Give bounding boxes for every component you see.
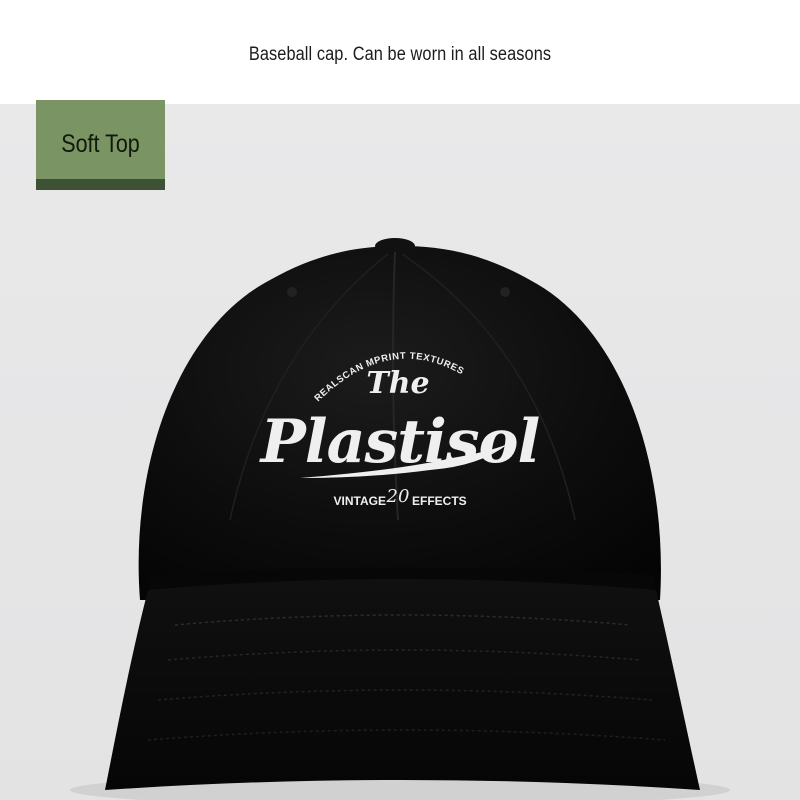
print-bottom-right: EFFECTS bbox=[412, 494, 467, 508]
print-word: Plastisol bbox=[259, 407, 540, 477]
soft-top-label: Soft Top bbox=[61, 130, 140, 158]
soft-top-badge: Soft Top bbox=[36, 100, 165, 190]
print-number: 20 bbox=[386, 486, 410, 507]
cap-brim bbox=[105, 579, 700, 790]
cap-button bbox=[375, 238, 415, 254]
print-bottom-left: VINTAGE bbox=[334, 494, 386, 508]
print-the: The bbox=[366, 366, 429, 401]
